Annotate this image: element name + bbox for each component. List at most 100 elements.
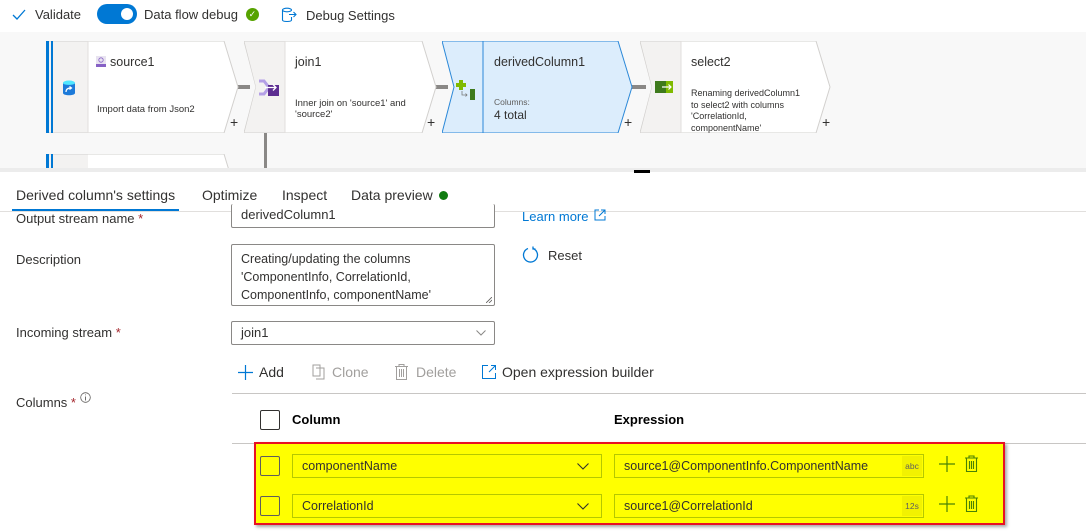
label-text: Columns [16, 395, 68, 410]
join-connector [264, 133, 267, 168]
label-text: Incoming stream [16, 325, 113, 340]
node-select2[interactable]: select2 Renaming derivedColumn1 to selec… [640, 41, 836, 133]
debug-settings-button[interactable]: Debug Settings [281, 7, 395, 23]
incoming-stream-select[interactable]: join1 [231, 321, 495, 345]
add-transform-button[interactable]: + [624, 114, 632, 130]
clone-button[interactable]: Clone [312, 364, 369, 380]
incoming-stream-label: Incoming stream * [16, 325, 121, 340]
reset-button[interactable]: Reset [522, 246, 582, 264]
open-builder-label: Open expression builder [502, 364, 654, 380]
select-all-checkbox[interactable] [260, 410, 280, 430]
node-description: Import data from Json2 [97, 104, 195, 115]
status-ok-icon: ✓ [245, 8, 259, 21]
node-description: Renaming derivedColumn1 to select2 with … [691, 88, 800, 134]
info-icon[interactable] [79, 392, 91, 403]
reset-icon [522, 246, 539, 263]
join-icon [259, 79, 279, 96]
description-line: ComponentInfo, componentName' [241, 288, 431, 302]
node-desc-value: 4 total [494, 108, 527, 122]
delete-button[interactable]: Delete [395, 364, 456, 380]
tab-settings[interactable]: Derived column's settings [16, 187, 175, 203]
clone-label: Clone [332, 364, 369, 380]
selected-value: join1 [241, 325, 269, 340]
row-checkbox[interactable] [260, 456, 280, 476]
desc-line: 'CorrelationId, [691, 111, 747, 121]
expression-input[interactable]: source1@ComponentInfo.ComponentName abc [614, 454, 924, 478]
expression-text: source1@CorrelationId [624, 499, 753, 513]
chevron-down-icon [577, 463, 589, 470]
columns-label: Columns * [16, 392, 91, 410]
node-title: derivedColumn1 [494, 55, 586, 69]
column-name-select[interactable]: CorrelationId [292, 494, 602, 518]
column-name-select[interactable]: componentName [292, 454, 602, 478]
column-name: componentName [302, 459, 398, 473]
expression-input[interactable]: source1@CorrelationId 12s [614, 494, 924, 518]
output-stream-label: Output stream name * [16, 211, 143, 226]
description-line: 'ComponentInfo, CorrelationId, [241, 270, 411, 284]
column-header: Column [292, 412, 341, 427]
trash-icon[interactable] [965, 495, 978, 512]
tab-data-preview[interactable]: Data preview [351, 187, 448, 203]
chevron-down-icon [577, 503, 589, 510]
toggle-knob [121, 8, 133, 20]
node-desc-label: Columns: [494, 97, 530, 107]
desc-line: Inner join on 'source1' and [295, 98, 406, 109]
description-textarea[interactable]: Creating/updating the columns 'Component… [231, 244, 495, 306]
node-title: select2 [691, 55, 731, 69]
chevron-down-icon [476, 330, 486, 336]
debug-label: Data flow debug [144, 7, 238, 22]
trash-icon[interactable] [965, 455, 978, 472]
node-source2[interactable] [46, 154, 240, 168]
desc-line: Renaming derivedColumn1 [691, 88, 801, 98]
add-row-icon[interactable] [939, 456, 955, 472]
description-label: Description [16, 252, 82, 267]
add-row-icon[interactable] [939, 496, 955, 512]
column-name: CorrelationId [302, 499, 374, 513]
add-button[interactable]: Add [238, 364, 284, 380]
tab-optimize[interactable]: Optimize [202, 187, 257, 203]
type-badge: 12s [902, 496, 922, 516]
validate-button[interactable]: Validate [12, 7, 81, 22]
resize-handle[interactable] [634, 170, 650, 173]
learn-more-link[interactable]: Learn more [522, 209, 606, 224]
node-derivedcolumn1[interactable]: derivedColumn1 Columns: 4 total + [442, 41, 638, 133]
add-label: Add [259, 364, 284, 380]
pane-divider [0, 168, 1086, 172]
expression-header: Expression [614, 412, 685, 427]
open-external-icon [482, 365, 496, 379]
toolbar: Validate Data flow debug ✓ Debug Setting… [0, 0, 1086, 32]
tab-inspect[interactable]: Inspect [282, 187, 327, 203]
description-line: Creating/updating the columns [241, 252, 411, 266]
status-dot [438, 191, 448, 200]
select-icon [655, 81, 673, 93]
type-badge: abc [902, 456, 922, 476]
desc-line: componentName' [691, 122, 762, 133]
source-icon [63, 80, 75, 96]
output-stream-input[interactable]: derivedColumn1 [231, 204, 495, 228]
trash-icon [395, 364, 408, 380]
checkmark-icon [12, 9, 26, 20]
node-title: source1 [110, 55, 155, 69]
node-description: Inner join on 'source1' and 'source2' [295, 98, 406, 120]
dataflow-canvas[interactable]: source1 Import data from Json2 + join1 I… [0, 32, 1086, 168]
open-expression-builder-button[interactable]: Open expression builder [482, 364, 654, 380]
resize-grip-icon[interactable] [486, 297, 492, 303]
reset-label: Reset [548, 247, 582, 263]
add-transform-button[interactable]: + [427, 114, 435, 130]
add-transform-button[interactable]: + [822, 114, 830, 130]
desc-line: to select2 with columns [691, 99, 785, 110]
validate-label: Validate [35, 7, 82, 22]
debug-settings-label: Debug Settings [306, 7, 395, 23]
clone-icon [312, 364, 325, 380]
node-source1[interactable]: source1 Import data from Json2 + [46, 41, 240, 133]
toolbar-divider [232, 393, 1086, 394]
required-mark: * [70, 395, 76, 410]
link-text: Learn more [522, 209, 589, 224]
debug-settings-icon [281, 7, 297, 23]
row-checkbox[interactable] [260, 496, 280, 516]
plus-icon [238, 364, 253, 380]
debug-status: Data flow debug ✓ [144, 7, 259, 22]
node-join1[interactable]: join1 Inner join on 'source1' and 'sourc… [244, 41, 440, 133]
add-transform-button[interactable]: + [230, 114, 238, 130]
debug-toggle[interactable] [97, 4, 137, 24]
